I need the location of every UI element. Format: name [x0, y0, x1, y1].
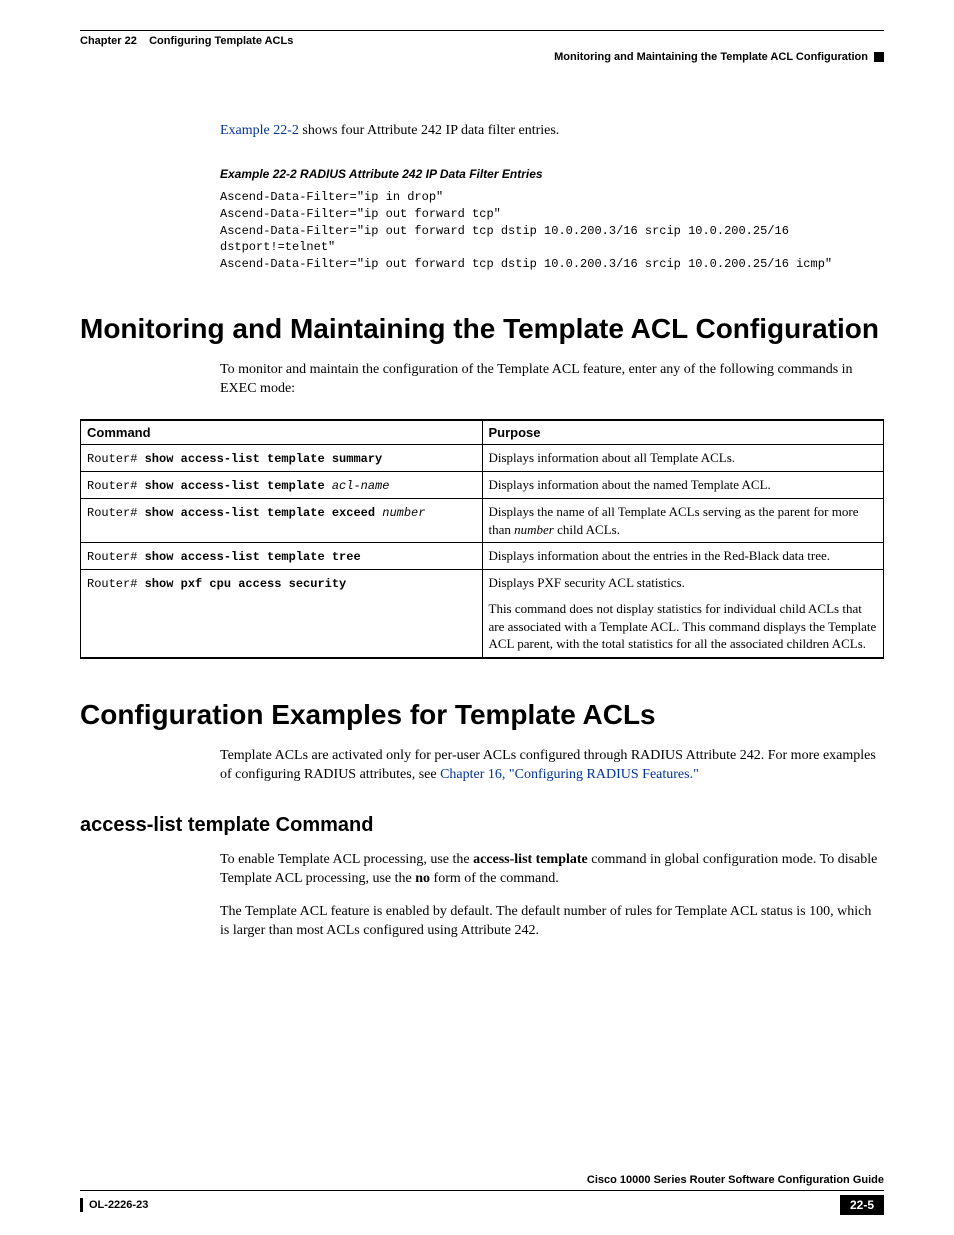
- table-row: Router# show pxf cpu access security Dis…: [81, 570, 884, 658]
- table-row: Router# show access-list template tree D…: [81, 543, 884, 570]
- footer-doc-id: OL-2226-23: [89, 1199, 148, 1211]
- th-purpose: Purpose: [482, 420, 884, 445]
- table-row: Router# show access-list template acl-na…: [81, 471, 884, 498]
- section3-para1: To enable Template ACL processing, use t…: [220, 851, 884, 889]
- code-block: Ascend-Data-Filter="ip in drop" Ascend-D…: [220, 189, 884, 273]
- footer-bar-icon: [80, 1198, 83, 1212]
- section-config-examples-title: Configuration Examples for Template ACLs: [80, 699, 884, 731]
- chapter16-link[interactable]: Chapter 16, "Configuring RADIUS Features…: [440, 767, 699, 782]
- header-chapter-title: Configuring Template ACLs: [149, 35, 293, 47]
- section3-para2: The Template ACL feature is enabled by d…: [220, 903, 884, 941]
- section1-intro: To monitor and maintain the configuratio…: [220, 361, 884, 399]
- header-marker-icon: [874, 52, 884, 62]
- page-footer: Cisco 10000 Series Router Software Confi…: [80, 1174, 884, 1215]
- header-section: Monitoring and Maintaining the Template …: [554, 51, 868, 63]
- section2-intro: Template ACLs are activated only for per…: [220, 747, 884, 785]
- subsection-access-list-template-title: access-list template Command: [80, 814, 884, 837]
- page-header: Chapter 22 Configuring Template ACLs: [80, 35, 884, 47]
- th-command: Command: [81, 420, 483, 445]
- header-chapter: Chapter 22: [80, 35, 137, 47]
- footer-guide-title: Cisco 10000 Series Router Software Confi…: [80, 1174, 884, 1186]
- table-row: Router# show access-list template exceed…: [81, 499, 884, 543]
- page-number-badge: 22-5: [840, 1195, 884, 1215]
- section-monitoring-title: Monitoring and Maintaining the Template …: [80, 313, 884, 345]
- intro-sentence: Example 22-2 shows four Attribute 242 IP…: [220, 123, 884, 139]
- example-link[interactable]: Example 22-2: [220, 123, 299, 138]
- example-heading: Example 22-2 RADIUS Attribute 242 IP Dat…: [220, 167, 884, 181]
- table-row: Router# show access-list template summar…: [81, 444, 884, 471]
- command-table: Command Purpose Router# show access-list…: [80, 419, 884, 659]
